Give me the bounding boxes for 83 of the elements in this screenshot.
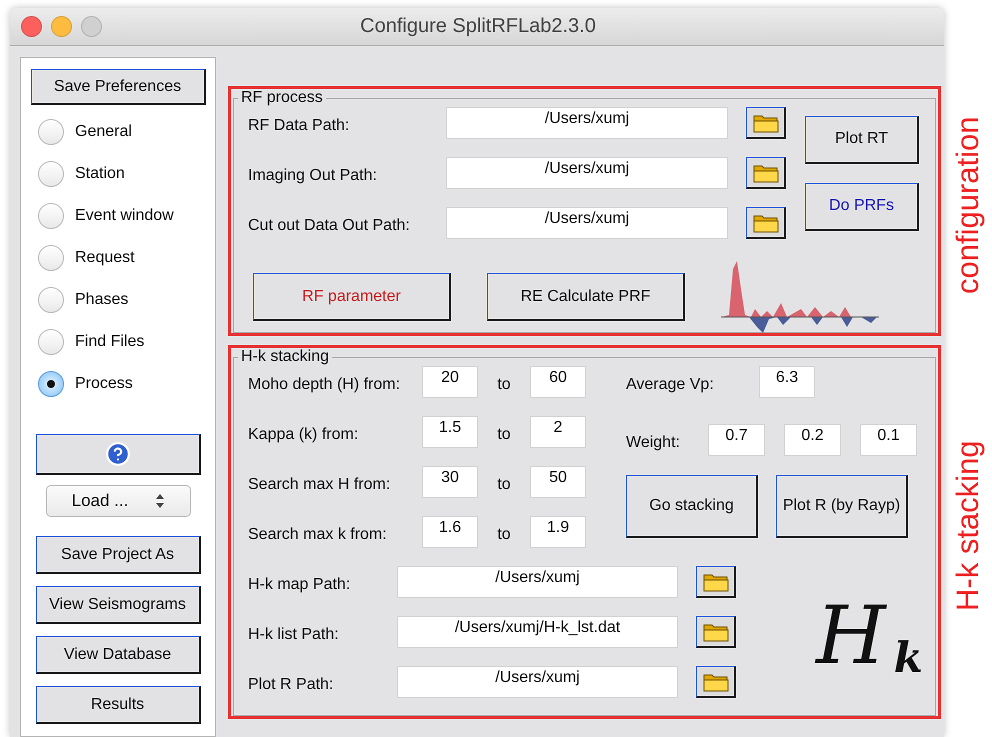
field-label: Search max k from: (248, 525, 388, 544)
path-field[interactable]: /Users/xumj (446, 107, 728, 139)
field-label: Weight: (626, 433, 681, 452)
path-field[interactable]: /Users/xumj (446, 157, 728, 189)
folder-icon (752, 112, 778, 132)
browse-button[interactable] (746, 107, 786, 139)
load-dropdown[interactable]: Load ... (46, 485, 190, 517)
radio-button[interactable] (38, 371, 64, 397)
browse-button[interactable] (696, 666, 736, 698)
browse-button[interactable] (696, 616, 736, 648)
folder-icon (752, 212, 778, 232)
path-field[interactable]: /Users/xumj (397, 566, 678, 598)
field-label: Plot R Path: (248, 675, 334, 694)
field-label: Moho depth (H) from: (248, 375, 402, 394)
radio-label[interactable]: Phases (75, 291, 128, 309)
field-label: RF Data Path: (248, 116, 350, 135)
save-preferences-button[interactable]: Save Preferences (30, 69, 206, 105)
number-field[interactable]: 0.2 (784, 424, 841, 456)
browse-button[interactable] (746, 207, 786, 239)
action-button[interactable]: Go stacking (626, 475, 758, 538)
field-label: Average Vp: (626, 375, 715, 394)
path-field[interactable]: /Users/xumj/H-k_lst.dat (397, 616, 678, 648)
number-field[interactable]: 0.7 (708, 424, 765, 456)
field-label: H-k map Path: (248, 575, 352, 594)
to-label: to (496, 525, 512, 544)
field-label: Imaging Out Path: (248, 166, 378, 185)
field-label: H-k list Path: (248, 625, 340, 644)
radio-label[interactable]: Process (75, 375, 133, 393)
action-button[interactable]: Do PRFs (805, 182, 919, 230)
action-button[interactable]: Plot R (by Rayp) (776, 475, 908, 538)
annotation-label: H-k stacking (950, 440, 986, 614)
field-label: Search max H from: (248, 475, 392, 494)
folder-icon (702, 572, 728, 592)
field-label: Kappa (k) from: (248, 425, 360, 444)
field-label: Cut out Data Out Path: (248, 216, 411, 235)
sidebar-button[interactable]: Results (36, 686, 200, 724)
radio-button[interactable] (38, 287, 64, 313)
to-label: to (496, 425, 512, 444)
help-icon (104, 441, 130, 467)
section-title: H-k stacking (240, 348, 330, 366)
number-field[interactable]: 30 (422, 466, 478, 498)
action-button[interactable]: RF parameter (253, 273, 451, 321)
stepper-icon (156, 493, 164, 509)
zoom-button[interactable] (81, 16, 102, 37)
radio-label[interactable]: Find Files (75, 333, 144, 351)
window-title: Configure SplitRFLab2.3.0 (359, 15, 597, 38)
radio-button[interactable] (38, 245, 64, 271)
number-field[interactable]: 60 (530, 366, 586, 398)
section-title: RF process (240, 89, 324, 107)
sidebar-button[interactable]: Save Project As (36, 536, 200, 574)
radio-label[interactable]: Event window (75, 207, 174, 225)
help-button[interactable] (36, 434, 200, 475)
radio-label[interactable]: Request (75, 249, 135, 267)
radio-button[interactable] (38, 329, 64, 355)
radio-button[interactable] (38, 203, 64, 229)
number-field[interactable]: 20 (422, 366, 478, 398)
number-field[interactable]: 2 (530, 416, 586, 448)
to-label: to (496, 475, 512, 494)
radio-label[interactable]: Station (75, 165, 125, 183)
path-field[interactable]: /Users/xumj (397, 666, 678, 698)
annotation-label: configuration (950, 115, 986, 296)
browse-button[interactable] (746, 157, 786, 189)
radio-label[interactable]: General (75, 123, 132, 141)
folder-icon (702, 622, 728, 642)
number-field[interactable]: 1.6 (422, 516, 478, 548)
folder-icon (752, 162, 778, 182)
action-button[interactable]: RE Calculate PRF (487, 273, 685, 321)
folder-icon (702, 672, 728, 692)
number-field[interactable]: 0.1 (860, 424, 917, 456)
browse-button[interactable] (696, 566, 736, 598)
sidebar-button[interactable]: View Database (36, 636, 200, 674)
sidebar-button[interactable]: View Seismograms (36, 586, 200, 624)
action-button[interactable]: Plot RT (805, 116, 919, 164)
minimize-button[interactable] (51, 16, 72, 37)
radio-button[interactable] (38, 161, 64, 187)
number-field[interactable]: 1.5 (422, 416, 478, 448)
to-label: to (496, 375, 512, 394)
path-field[interactable]: /Users/xumj (446, 207, 728, 239)
number-field[interactable]: 6.3 (759, 366, 815, 398)
number-field[interactable]: 50 (530, 466, 586, 498)
number-field[interactable]: 1.9 (530, 516, 586, 548)
radio-button[interactable] (38, 119, 64, 145)
close-button[interactable] (21, 16, 42, 37)
